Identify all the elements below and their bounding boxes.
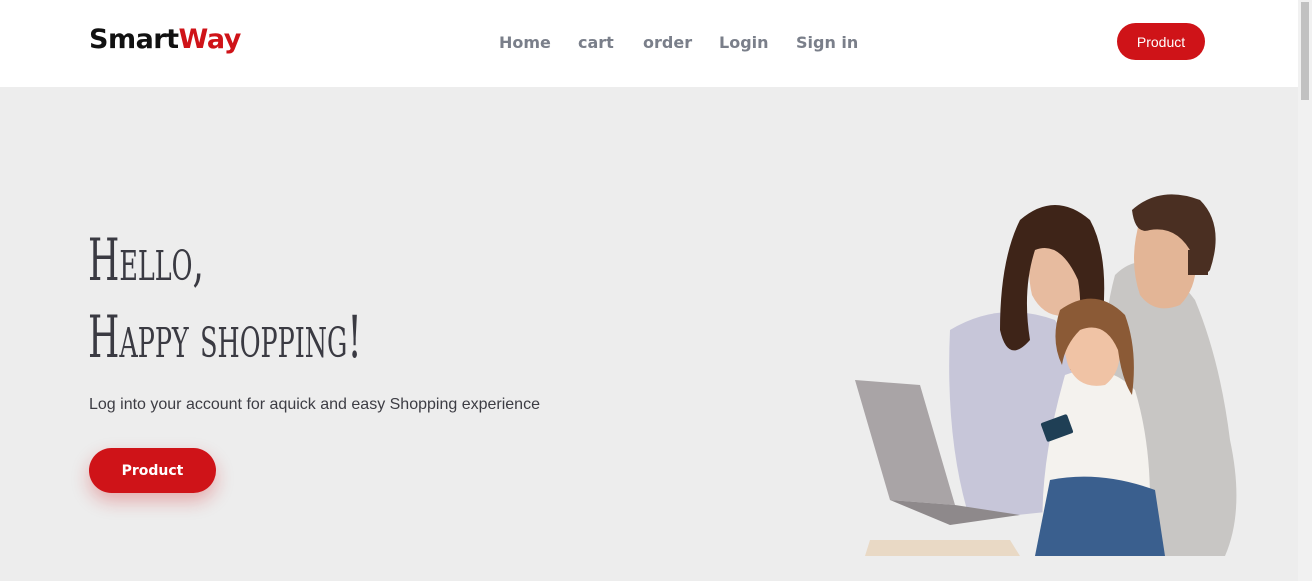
- header-product-button[interactable]: Product: [1117, 23, 1205, 60]
- nav-order[interactable]: order: [643, 33, 692, 52]
- nav-home[interactable]: Home: [499, 33, 551, 52]
- nav-cart[interactable]: cart: [578, 33, 614, 52]
- hero-title-line2: Happy shopping!: [88, 303, 362, 371]
- page-scrollbar[interactable]: [1298, 0, 1312, 581]
- site-header: SmartWay Home cart order Login Sign in P…: [0, 0, 1298, 87]
- hero-subtitle: Log into your account for aquick and eas…: [89, 396, 540, 413]
- nav-sign-in[interactable]: Sign in: [796, 33, 858, 52]
- hero-product-button[interactable]: Product: [89, 448, 216, 493]
- brand-logo-part2: Way: [178, 24, 242, 55]
- hero-title-line1: Hello,: [88, 226, 204, 294]
- nav-login[interactable]: Login: [719, 33, 769, 52]
- scrollbar-thumb[interactable]: [1301, 2, 1309, 100]
- hero-title: Hello, Happy shopping!: [88, 222, 362, 376]
- brand-logo[interactable]: SmartWay: [89, 24, 241, 55]
- family-shopping-photo: [855, 194, 1237, 556]
- brand-logo-part1: Smart: [89, 24, 179, 55]
